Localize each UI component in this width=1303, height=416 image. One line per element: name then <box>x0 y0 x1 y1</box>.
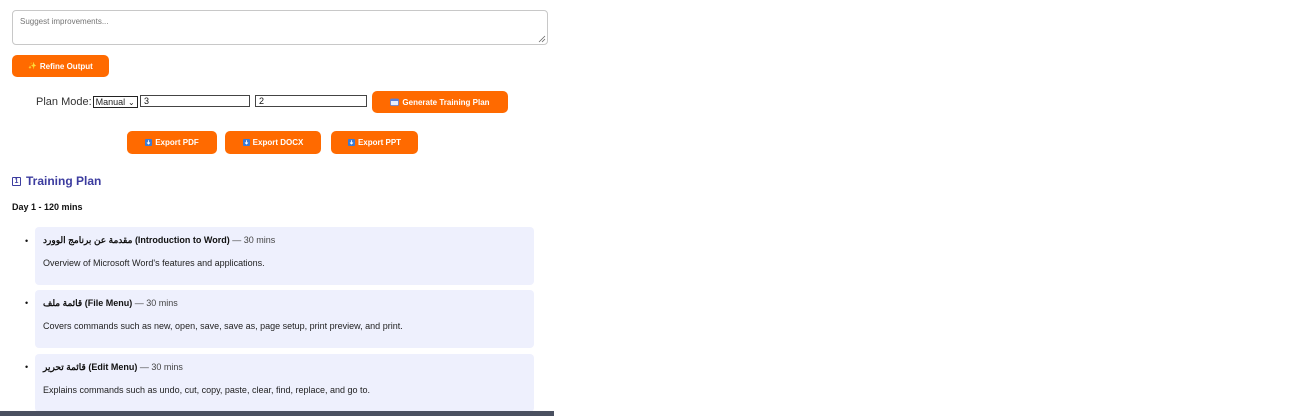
topic-english-title: (Edit Menu) <box>88 362 138 372</box>
topic-card: مقدمة عن برنامج الوورد (Introduction to … <box>35 227 534 285</box>
list-bullet: • <box>25 298 29 308</box>
generate-training-plan-label: Generate Training Plan <box>402 97 490 107</box>
download-icon <box>242 139 250 146</box>
topic-duration: — 30 mins <box>134 298 178 308</box>
training-plan-title: Training Plan <box>26 174 102 188</box>
export-docx-button[interactable]: Export DOCX <box>225 131 321 154</box>
download-icon <box>347 139 355 146</box>
refine-output-button[interactable]: ✨ Refine Output <box>12 55 109 77</box>
plan-mode-selected-value: Manual <box>95 96 126 107</box>
days-input[interactable]: 3 <box>140 95 250 107</box>
topic-description: Covers commands such as new, open, save,… <box>43 321 403 331</box>
export-docx-label: Export DOCX <box>252 138 304 147</box>
export-ppt-button[interactable]: Export PPT <box>331 131 418 154</box>
bottom-bar <box>0 411 554 416</box>
topic-card: قائمة تحرير (Edit Menu) — 30 mins Explai… <box>35 354 534 412</box>
topic-heading: مقدمة عن برنامج الوورد (Introduction to … <box>43 235 275 246</box>
topic-duration: — 30 mins <box>139 362 183 372</box>
hours-input-value: 2 <box>259 96 265 106</box>
resize-grip-icon[interactable] <box>538 35 546 43</box>
calendar-icon <box>390 98 400 106</box>
topic-english-title: (Introduction to Word) <box>134 235 230 245</box>
sparkles-icon: ✨ <box>28 62 37 70</box>
topic-heading: قائمة ملف (File Menu) — 30 mins <box>43 298 178 309</box>
topic-arabic-title: مقدمة عن برنامج الوورد <box>43 235 133 245</box>
chevron-down-icon: ⌄ <box>127 97 135 107</box>
plan-mode-row: Plan Mode: Manual ⌄ <box>36 93 138 110</box>
training-panel: ✨ Refine Output Plan Mode: Manual ⌄ 3 2 … <box>0 0 556 416</box>
plan-mode-select[interactable]: Manual ⌄ <box>92 95 138 108</box>
refine-output-label: Refine Output <box>39 61 93 71</box>
topic-card: قائمة ملف (File Menu) — 30 mins Covers c… <box>35 290 534 348</box>
plan-mode-label: Plan Mode: <box>36 95 92 108</box>
list-bullet: • <box>25 236 29 246</box>
export-pdf-button[interactable]: Export PDF <box>127 131 217 154</box>
export-pdf-label: Export PDF <box>155 138 199 147</box>
number-one-icon: 1 <box>12 176 21 186</box>
topic-description: Explains commands such as undo, cut, cop… <box>43 385 371 395</box>
topic-duration: — 30 mins <box>232 235 276 245</box>
suggest-improvements-textarea[interactable] <box>12 10 548 45</box>
topic-english-title: (File Menu) <box>84 298 133 308</box>
list-bullet: • <box>25 362 29 372</box>
topic-arabic-title: قائمة تحرير <box>43 362 86 372</box>
topic-heading: قائمة تحرير (Edit Menu) — 30 mins <box>43 362 183 373</box>
generate-training-plan-button[interactable]: Generate Training Plan <box>372 91 508 113</box>
training-plan-heading: 1 Training Plan <box>12 174 101 188</box>
day-heading: Day 1 - 120 mins <box>12 202 83 212</box>
export-ppt-label: Export PPT <box>357 138 402 147</box>
topic-arabic-title: قائمة ملف <box>43 298 83 308</box>
download-icon <box>145 139 153 146</box>
days-input-value: 3 <box>144 96 150 106</box>
hours-input[interactable]: 2 <box>255 95 367 107</box>
topic-description: Overview of Microsoft Word's features an… <box>43 258 265 268</box>
